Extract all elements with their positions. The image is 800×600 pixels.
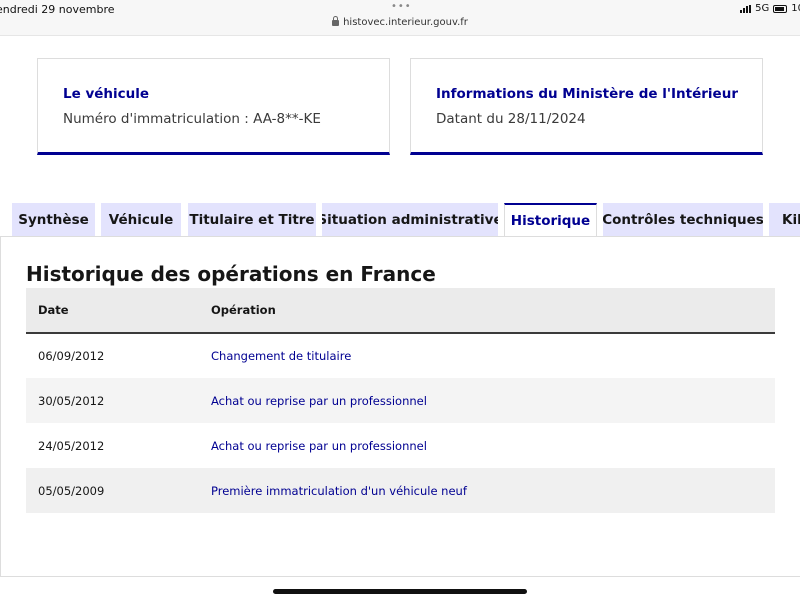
tab-controles-techniques[interactable]: Contrôles techniques bbox=[603, 203, 763, 236]
tab-vehicule[interactable]: Véhicule bbox=[101, 203, 181, 236]
vehicle-card: Le véhicule Numéro d'immatriculation : A… bbox=[37, 58, 390, 155]
row-operation: Achat ou reprise par un professionnel bbox=[211, 423, 775, 468]
row-date: 24/05/2012 bbox=[38, 438, 105, 453]
tab-situation-administrative[interactable]: Situation administrative bbox=[322, 203, 498, 236]
status-indicators: 5G 10 bbox=[740, 3, 800, 14]
table-row: 06/09/2012 Changement de titulaire bbox=[26, 333, 775, 378]
tab-synthese[interactable]: Synthèse bbox=[12, 203, 95, 236]
page-title: Historique des opérations en France bbox=[26, 262, 436, 286]
address-bar[interactable]: histovec.interieur.gouv.fr bbox=[0, 16, 800, 28]
row-date: 06/09/2012 bbox=[38, 349, 105, 363]
tab-kilometrage[interactable]: Kilo bbox=[769, 203, 800, 236]
operation-link[interactable]: Achat ou reprise par un professionnel bbox=[211, 439, 427, 453]
battery-level: 10 bbox=[791, 3, 800, 14]
battery-icon bbox=[773, 4, 788, 13]
tab-titulaire-titre[interactable]: Titulaire et Titre bbox=[188, 203, 316, 236]
network-label: 5G bbox=[755, 3, 770, 14]
column-header-operation: Opération bbox=[211, 288, 775, 334]
row-date: 05/05/2009 bbox=[38, 483, 105, 498]
status-datetime: endredi 29 novembre bbox=[0, 3, 115, 16]
report-date: Datant du 28/11/2024 bbox=[436, 111, 586, 127]
lock-icon bbox=[332, 16, 340, 26]
vehicle-card-title: Le véhicule bbox=[63, 86, 150, 102]
registration-number: Numéro d'immatriculation : AA-8**-KE bbox=[63, 111, 321, 127]
table-row: 24/05/2012 Achat ou reprise par un profe… bbox=[26, 423, 775, 468]
url-text: histovec.interieur.gouv.fr bbox=[343, 17, 468, 28]
table-row: 30/05/2012 Achat ou reprise par un profe… bbox=[26, 378, 775, 423]
row-operation: Première immatriculation d'un véhicule n… bbox=[211, 468, 775, 513]
column-header-date: Date bbox=[26, 288, 211, 334]
home-indicator[interactable] bbox=[273, 589, 527, 594]
row-operation: Achat ou reprise par un professionnel bbox=[211, 378, 775, 423]
row-date: 30/05/2012 bbox=[38, 393, 105, 408]
operation-link[interactable]: Changement de titulaire bbox=[211, 349, 351, 363]
ministry-card-title: Informations du Ministère de l'Intérieur bbox=[436, 86, 738, 102]
ministry-card: Informations du Ministère de l'Intérieur… bbox=[410, 58, 763, 155]
tab-historique[interactable]: Historique bbox=[504, 203, 597, 237]
operations-table: Date Opération 06/09/2012 Changement de … bbox=[26, 288, 775, 513]
tab-list: Synthèse Véhicule Titulaire et Titre Sit… bbox=[0, 203, 800, 237]
status-bar: endredi 29 novembre ••• histovec.interie… bbox=[0, 0, 800, 36]
operation-link[interactable]: Achat ou reprise par un professionnel bbox=[211, 394, 427, 408]
more-options-icon[interactable]: ••• bbox=[391, 1, 412, 12]
table-row: 05/05/2009 Première immatriculation d'un… bbox=[26, 468, 775, 513]
row-operation: Changement de titulaire bbox=[211, 333, 775, 378]
operation-link[interactable]: Première immatriculation d'un véhicule n… bbox=[211, 484, 467, 498]
signal-icon bbox=[740, 4, 752, 13]
table-header-row: Date Opération bbox=[26, 288, 775, 334]
